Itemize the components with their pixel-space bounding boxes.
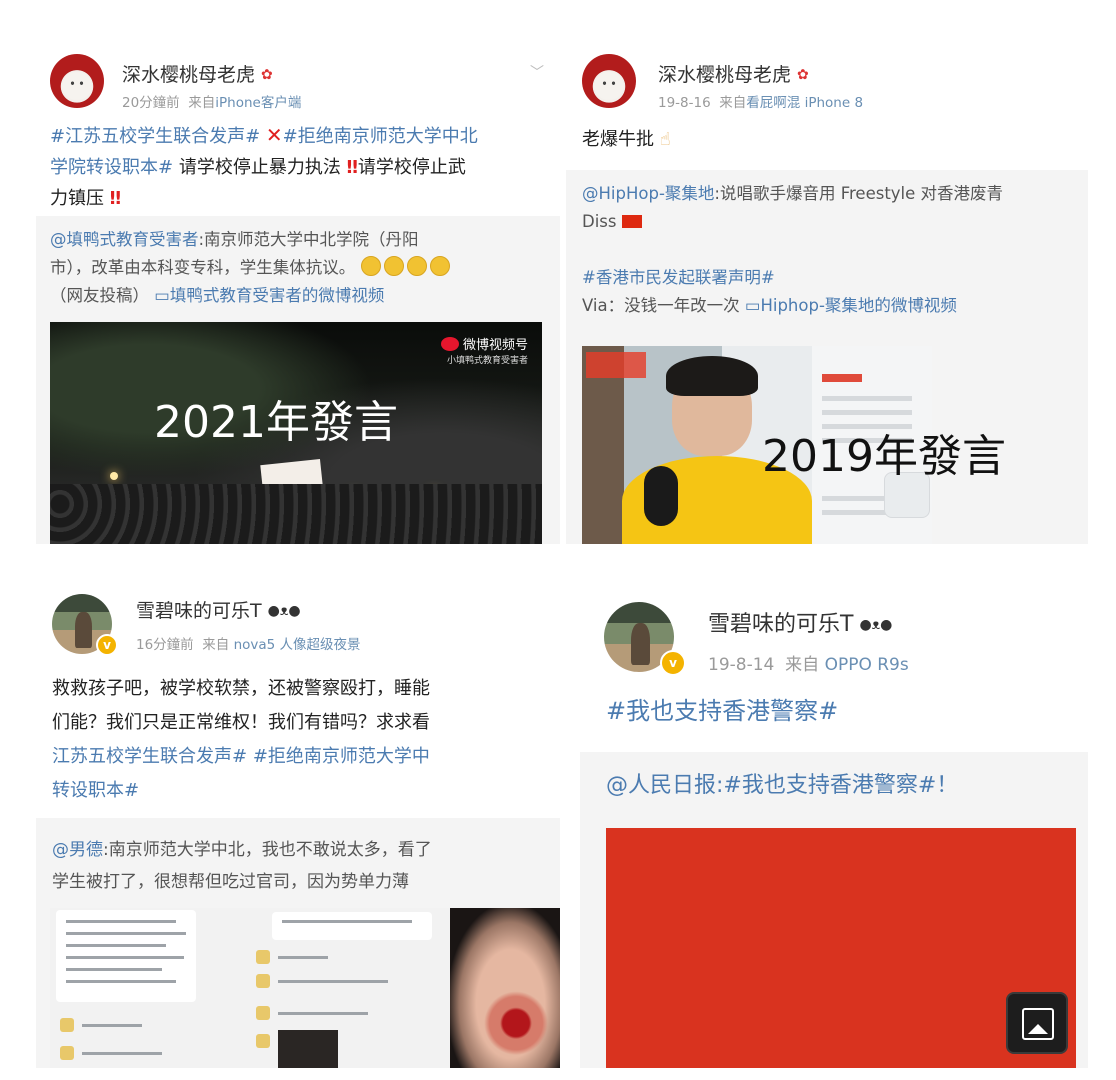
post-source[interactable]: OPPO R9s [825, 655, 909, 675]
username[interactable]: 雪碧味的可乐T ●ᴥ● [708, 606, 892, 638]
video-link[interactable]: ▭Hiphop-聚集地的微博视频 [745, 296, 957, 315]
video-caption: 2019年發言 [762, 431, 1006, 482]
emoji-icon [383, 256, 404, 276]
post-card-3: v 雪碧味的可乐T ●ᴥ● 16分鐘前 来自 nova5 人像超级夜景 救救孩子吧… [36, 572, 560, 1068]
hashtag-link[interactable]: #香港市民发起联署声明# [582, 268, 775, 287]
post-text: #江苏五校学生联合发声# ✕#拒绝南京师范大学中北 学院转设职本# 请学校停止暴… [50, 123, 478, 209]
username[interactable]: 雪碧味的可乐T ●ᴥ● [136, 596, 301, 623]
video-thumbnail[interactable]: 2021年發言 微博视频号 小填鸭式教育受害者 [50, 322, 542, 544]
post-text: 救救孩子吧，被学校软禁，还被警察殴打，睡能 们能？我们只是正常维权！我们有错吗？… [52, 678, 430, 801]
post-text: #我也支持香港警察# [606, 696, 838, 727]
chevron-down-icon[interactable]: ﹀ [530, 62, 544, 82]
post-card-4: v 雪碧味的可乐T ●ᴥ● 19-8-14 来自 OPPO R9s #我也支持香港… [566, 572, 1088, 1068]
hashtag-link[interactable]: #拒绝南京师范大学中 [253, 746, 430, 767]
flag-icon [621, 215, 642, 228]
post-card-2: 深水樱桃母老虎 ✿ 19-8-16 来自看屁啊混 iPhone 8 老爆牛批 ☝ … [566, 40, 1088, 544]
weibo-video-logo: 微博视频号 小填鸭式教育受害者 [440, 334, 528, 366]
mention-link[interactable]: @人民日报 [606, 773, 716, 798]
post-meta: 20分鐘前 来自iPhone客户端 [122, 95, 302, 111]
mention-link[interactable]: @HipHop-聚集地 [582, 184, 714, 203]
badge-icon: ✿ [797, 67, 809, 83]
thumbs-up-icon: ☝ [659, 129, 671, 150]
exclamation-icon: ‼ [109, 188, 122, 209]
hashtag-link[interactable]: #江苏五校学生联合发声# [50, 126, 260, 147]
verified-badge-icon: v [660, 650, 686, 676]
hashtag-link[interactable]: 江苏五校学生联合发声# [52, 746, 247, 767]
video-icon: ▭ [154, 286, 170, 305]
hashtag-link[interactable]: #我也支持香港警察# [606, 697, 838, 725]
injury-photo [450, 908, 560, 1068]
user-avatar[interactable] [50, 54, 104, 108]
video-caption: 2021年發言 [154, 397, 398, 448]
emoji-icon [406, 256, 427, 276]
username[interactable]: 深水樱桃母老虎 ✿ [658, 60, 809, 87]
badge-icon: ✿ [261, 67, 273, 83]
video-link[interactable]: ▭填鸭式教育受害者的微博视频 [154, 286, 384, 305]
post-source[interactable]: nova5 人像超级夜景 [234, 637, 361, 653]
post-source[interactable]: 看屁啊混 iPhone 8 [746, 95, 863, 111]
post-meta: 16分鐘前 来自 nova5 人像超级夜景 [136, 637, 361, 653]
microphone [644, 466, 678, 526]
post-source[interactable]: iPhone客户端 [215, 95, 301, 111]
post-card-1: 深水樱桃母老虎 ✿ 20分鐘前 来自iPhone客户端 ﹀ #江苏五校学生联合发声… [36, 40, 560, 544]
panda-icon: ●ᴥ● [859, 617, 893, 633]
emoji-icon [360, 256, 381, 276]
exclamation-icon: ‼ [346, 157, 358, 178]
username[interactable]: 深水樱桃母老虎 ✿ [122, 60, 273, 87]
chat-screenshot-image[interactable] [50, 908, 560, 1068]
image-gallery-icon[interactable] [1006, 992, 1068, 1054]
post-text: 老爆牛批 ☝ [582, 129, 671, 150]
mention-link[interactable]: @男德 [52, 840, 103, 860]
mention-link[interactable]: @填鸭式教育受害者 [50, 230, 199, 249]
post-meta: 19-8-14 来自 OPPO R9s [708, 655, 909, 675]
emoji-icon [429, 256, 450, 276]
weibo-eye-icon [440, 337, 459, 351]
verified-badge-icon: v [96, 634, 118, 656]
hashtag-link[interactable]: #拒绝南京师范大学中北 [283, 126, 478, 147]
panda-icon: ●ᴥ● [267, 603, 301, 619]
hashtag-link[interactable]: 转设职本# [52, 780, 139, 801]
cross-mark-icon: ✕ [265, 123, 283, 147]
hashtag-link[interactable]: 学院转设职本# [50, 157, 173, 178]
post-meta: 19-8-16 来自看屁啊混 iPhone 8 [658, 95, 864, 111]
user-avatar[interactable] [582, 54, 636, 108]
video-icon: ▭ [744, 296, 761, 315]
